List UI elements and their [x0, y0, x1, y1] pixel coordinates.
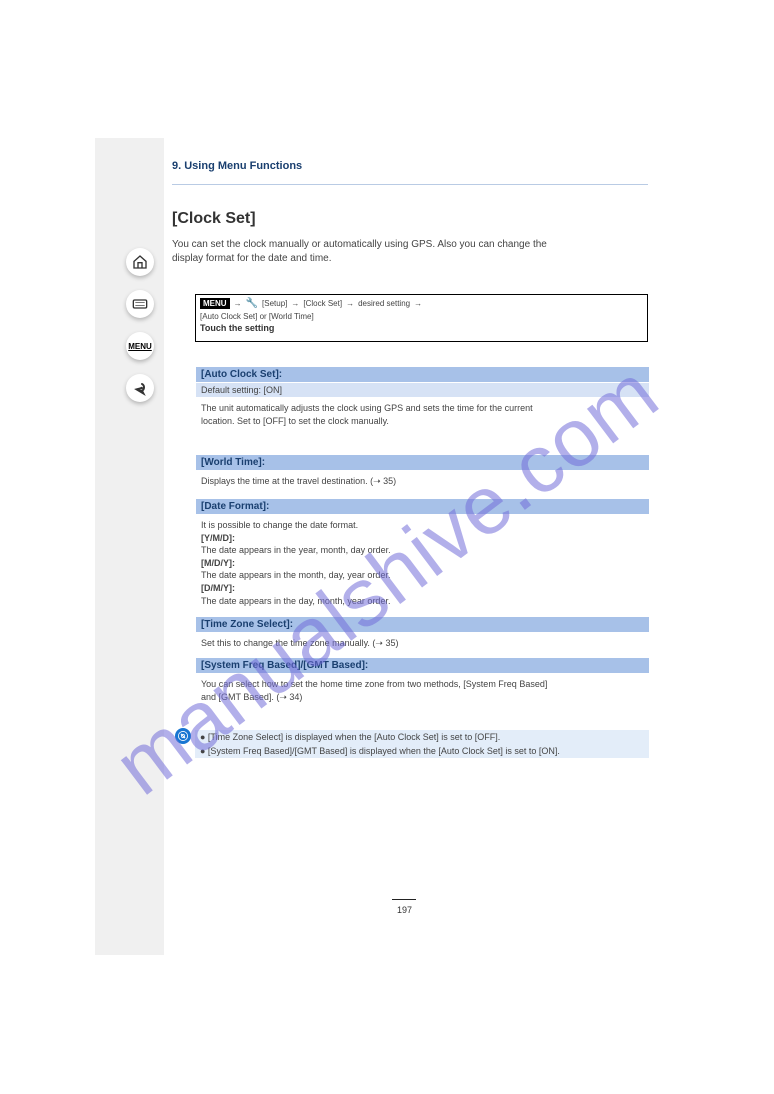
- note-line: ● [System Freq Based]/[GMT Based] is dis…: [195, 744, 649, 758]
- wrench-icon: 🔧: [246, 298, 258, 309]
- note-line: ● [Time Zone Select] is displayed when t…: [195, 730, 649, 744]
- section-title: [Clock Set]: [172, 210, 256, 228]
- page-number: 197: [397, 905, 412, 915]
- option-header: [Date Format]:: [196, 499, 649, 514]
- sidebar-keyboard-button[interactable]: [126, 290, 154, 318]
- header-rule: [172, 184, 648, 185]
- sidebar-home-button[interactable]: [126, 248, 154, 276]
- option-header: [Time Zone Select]:: [196, 617, 649, 632]
- menu-path-3: desired setting: [358, 299, 410, 308]
- option-system-freq: [System Freq Based]/[GMT Based]: You can…: [196, 658, 649, 713]
- option-header: [System Freq Based]/[GMT Based]:: [196, 658, 649, 673]
- option-timezone: [Time Zone Select]: Set this to change t…: [196, 617, 649, 660]
- sidebar-menu-button[interactable]: MENU: [126, 332, 154, 360]
- arrow-icon: →: [234, 299, 242, 308]
- info-icon: [175, 728, 191, 744]
- home-icon: [132, 254, 148, 270]
- option-world-time: [World Time]: Displays the time at the t…: [196, 455, 649, 498]
- section-description: You can set the clock manually or automa…: [172, 238, 547, 266]
- option-header: [World Time]:: [196, 455, 649, 470]
- option-header: [Auto Clock Set]:: [196, 367, 649, 382]
- option-body: The unit automatically adjusts the clock…: [196, 397, 649, 437]
- menu-path-1: [Setup]: [262, 299, 287, 308]
- menu-text-icon: MENU: [128, 342, 152, 351]
- arrow-icon: →: [414, 299, 422, 308]
- option-auto-set: [Auto Clock Set]: Default setting: [ON] …: [196, 367, 649, 437]
- sidebar-back-button[interactable]: [126, 374, 154, 402]
- arrow-icon: →: [291, 299, 299, 308]
- option-date-format: [Date Format]: It is possible to change …: [196, 499, 649, 617]
- option-body: You can select how to set the home time …: [196, 673, 649, 713]
- note-box: ● [Time Zone Select] is displayed when t…: [175, 728, 649, 758]
- option-body: It is possible to change the date format…: [196, 514, 649, 617]
- menu-navigation-box: MENU → 🔧 [Setup] → [Clock Set] → desired…: [195, 294, 648, 342]
- keyboard-icon: [132, 296, 148, 312]
- option-body: Set this to change the time zone manuall…: [196, 632, 649, 660]
- back-icon: [132, 380, 148, 396]
- menu-setting-suffix: Touch the setting: [196, 321, 647, 335]
- arrow-icon: →: [346, 299, 354, 308]
- option-sub: Default setting: [ON]: [196, 383, 649, 397]
- header-title: 9. Using Menu Functions: [172, 160, 302, 172]
- page-number-rule: [392, 899, 416, 900]
- option-body: Displays the time at the travel destinat…: [196, 470, 649, 498]
- menu-path-2: [Clock Set]: [303, 299, 342, 308]
- menu-path-4: [Auto Clock Set] or [World Time]: [196, 312, 647, 321]
- menu-tag-icon: MENU: [200, 298, 230, 309]
